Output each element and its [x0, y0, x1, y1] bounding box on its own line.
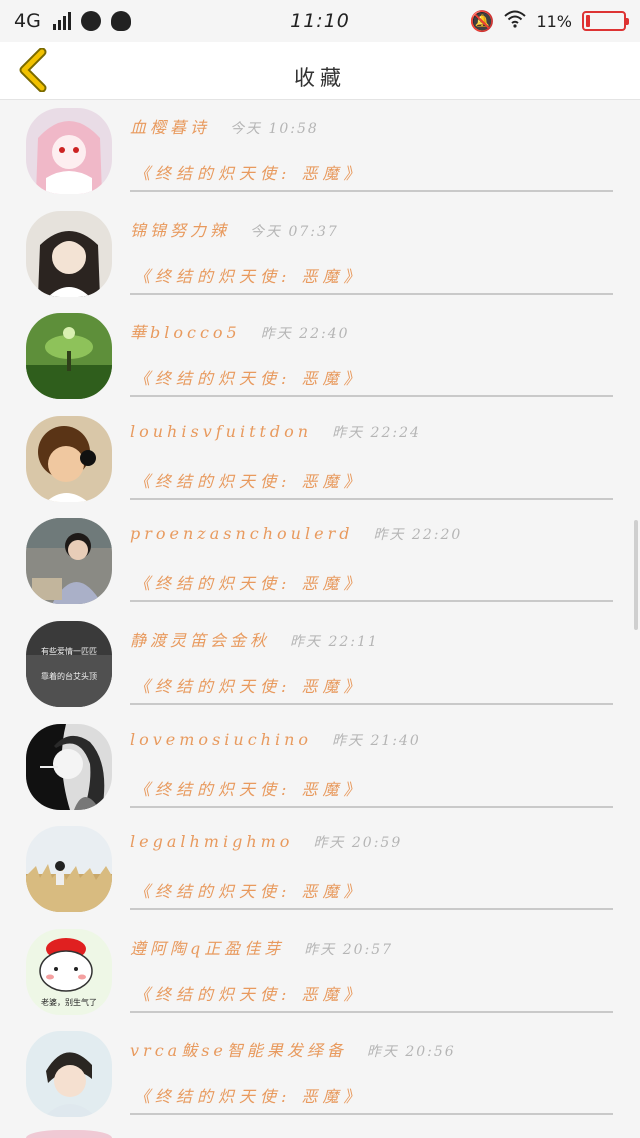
- book-title[interactable]: 《终结的炽天使: 恶魔》: [134, 468, 364, 492]
- list-item[interactable]: 有些爱情一匹匹 靠着的台艾头顶 静渡灵笛会金秋 昨天 22:11 《终结的炽天使:…: [0, 613, 640, 716]
- page-title: 收藏: [294, 66, 346, 90]
- user-name[interactable]: 静渡灵笛会金秋: [130, 627, 270, 651]
- mute-bell-icon: 🔕: [469, 9, 495, 33]
- avatar-text: 靠着的台艾头顶: [41, 671, 97, 681]
- list-item[interactable]: 血樱暮诗 今天 10:58 《终结的炽天使: 恶魔》: [0, 100, 640, 203]
- divider: [130, 1113, 613, 1116]
- divider: [130, 805, 613, 808]
- item-meta: lovemosiuchino 昨天 21:40: [130, 730, 421, 750]
- scrollbar[interactable]: [634, 520, 638, 630]
- user-name[interactable]: lovemosiuchino: [130, 730, 312, 749]
- list-item[interactable]: 锦锦努力辣 今天 07:37 《终结的炽天使: 恶魔》: [0, 203, 640, 306]
- divider: [130, 702, 613, 705]
- divider: [130, 497, 613, 500]
- avatar-text: 有些爱情一匹匹: [41, 646, 97, 656]
- list-item[interactable]: vrca鲅se智能果发绎备 昨天 20:56 《终结的炽天使: 恶魔》: [0, 1023, 640, 1126]
- book-title[interactable]: 《终结的炽天使: 恶魔》: [134, 673, 364, 697]
- item-time: 昨天 22:11: [290, 633, 379, 650]
- avatar[interactable]: [26, 826, 112, 913]
- item-time: 昨天 22:40: [260, 326, 350, 343]
- header: 收藏: [0, 42, 640, 100]
- battery-level: [586, 15, 591, 27]
- divider: [130, 395, 613, 398]
- avatar[interactable]: [26, 723, 112, 810]
- user-name[interactable]: 锦锦努力辣: [130, 217, 230, 241]
- status-left: 4G: [14, 10, 131, 32]
- app-icon: [80, 11, 101, 31]
- item-time: 昨天 20:59: [313, 835, 403, 852]
- avatar[interactable]: [26, 108, 112, 194]
- book-title[interactable]: 《终结的炽天使: 恶魔》: [134, 878, 364, 902]
- item-meta: louhisvfuittdon 昨天 22:24: [130, 422, 421, 442]
- avatar[interactable]: [26, 415, 112, 502]
- user-name[interactable]: legalhmighmo: [130, 832, 293, 851]
- book-title[interactable]: 《终结的炽天使: 恶魔》: [134, 981, 364, 1005]
- user-name[interactable]: vrca鲅se智能果发绎备: [130, 1037, 347, 1061]
- avatar[interactable]: [26, 518, 112, 605]
- item-meta: proenzasnchoulerd 昨天 22:20: [130, 524, 462, 544]
- item-time: 今天 10:58: [230, 121, 319, 137]
- qq-icon: [110, 11, 131, 31]
- item-meta: 華blocco5 昨天 22:40: [130, 319, 350, 343]
- battery-percent: 11%: [536, 11, 572, 31]
- divider: [130, 908, 613, 911]
- user-name[interactable]: louhisvfuittdon: [130, 422, 312, 441]
- user-name[interactable]: 血樱暮诗: [130, 114, 210, 138]
- avatar[interactable]: [26, 313, 112, 400]
- book-title[interactable]: 《终结的炽天使: 恶魔》: [134, 263, 364, 287]
- list-item[interactable]: lovemosiuchino 昨天 21:40 《终结的炽天使: 恶魔》: [0, 716, 640, 819]
- avatar[interactable]: [26, 1130, 112, 1138]
- item-time: 昨天 22:20: [373, 527, 463, 544]
- item-time: 昨天 22:24: [332, 424, 421, 441]
- list-item[interactable]: legalhmighmo 昨天 20:59 《终结的炽天使: 恶魔》: [0, 818, 640, 921]
- avatar[interactable]: 老婆，别生气了: [26, 928, 112, 1015]
- item-meta: 锦锦努力辣 今天 07:37: [130, 217, 339, 241]
- item-meta: 血樱暮诗 今天 10:58: [130, 114, 319, 138]
- item-meta: legalhmighmo 昨天 20:59: [130, 832, 402, 852]
- avatar-text: 老婆，别生气了: [41, 997, 97, 1007]
- item-meta: 静渡灵笛会金秋 昨天 22:11: [130, 627, 379, 651]
- signal-icon: [52, 12, 71, 30]
- item-meta: vrca鲅se智能果发绎备 昨天 20:56: [130, 1037, 456, 1061]
- favorites-list: 血樱暮诗 今天 10:58 《终结的炽天使: 恶魔》 锦锦努力辣 今天 07:3…: [0, 100, 640, 1138]
- book-title[interactable]: 《终结的炽天使: 恶魔》: [134, 570, 364, 594]
- divider: [130, 1010, 613, 1013]
- status-bar: 4G 11:10 🔕 11%: [0, 0, 640, 42]
- user-name[interactable]: 華blocco5: [130, 319, 241, 343]
- avatar[interactable]: 有些爱情一匹匹 靠着的台艾头顶: [26, 620, 112, 707]
- divider: [130, 600, 613, 603]
- item-time: 昨天 20:57: [304, 941, 394, 958]
- divider: [130, 292, 613, 295]
- list-item[interactable]: 老婆，别生气了 遵阿陶q正盈佳芽 昨天 20:57 《终结的炽天使: 恶魔》: [0, 921, 640, 1024]
- list-item[interactable]: proenzasnchoulerd 昨天 22:20 《终结的炽天使: 恶魔》: [0, 510, 640, 613]
- divider: [130, 190, 613, 192]
- book-title[interactable]: 《终结的炽天使: 恶魔》: [134, 1083, 364, 1107]
- item-time: 今天 07:37: [250, 223, 339, 240]
- avatar[interactable]: [26, 1031, 112, 1118]
- item-time: 昨天 20:56: [366, 1044, 456, 1061]
- list-item[interactable]: 華blocco5 昨天 22:40 《终结的炽天使: 恶魔》: [0, 305, 640, 408]
- book-title[interactable]: 《终结的炽天使: 恶魔》: [134, 365, 364, 389]
- wifi-icon: [504, 10, 527, 33]
- network-label: 4G: [14, 10, 41, 32]
- status-right: 🔕 11%: [469, 9, 629, 33]
- book-title[interactable]: 《终结的炽天使: 恶魔》: [134, 160, 364, 184]
- book-title[interactable]: 《终结的炽天使: 恶魔》: [134, 776, 364, 800]
- item-time: 昨天 21:40: [332, 732, 421, 749]
- user-name[interactable]: 遵阿陶q正盈佳芽: [130, 935, 284, 959]
- user-name[interactable]: proenzasnchoulerd: [130, 524, 353, 543]
- item-meta: 遵阿陶q正盈佳芽 昨天 20:57: [130, 935, 393, 959]
- avatar[interactable]: [26, 210, 112, 297]
- battery-icon: [582, 11, 629, 31]
- list-item[interactable]: louhisvfuittdon 昨天 22:24 《终结的炽天使: 恶魔》: [0, 408, 640, 511]
